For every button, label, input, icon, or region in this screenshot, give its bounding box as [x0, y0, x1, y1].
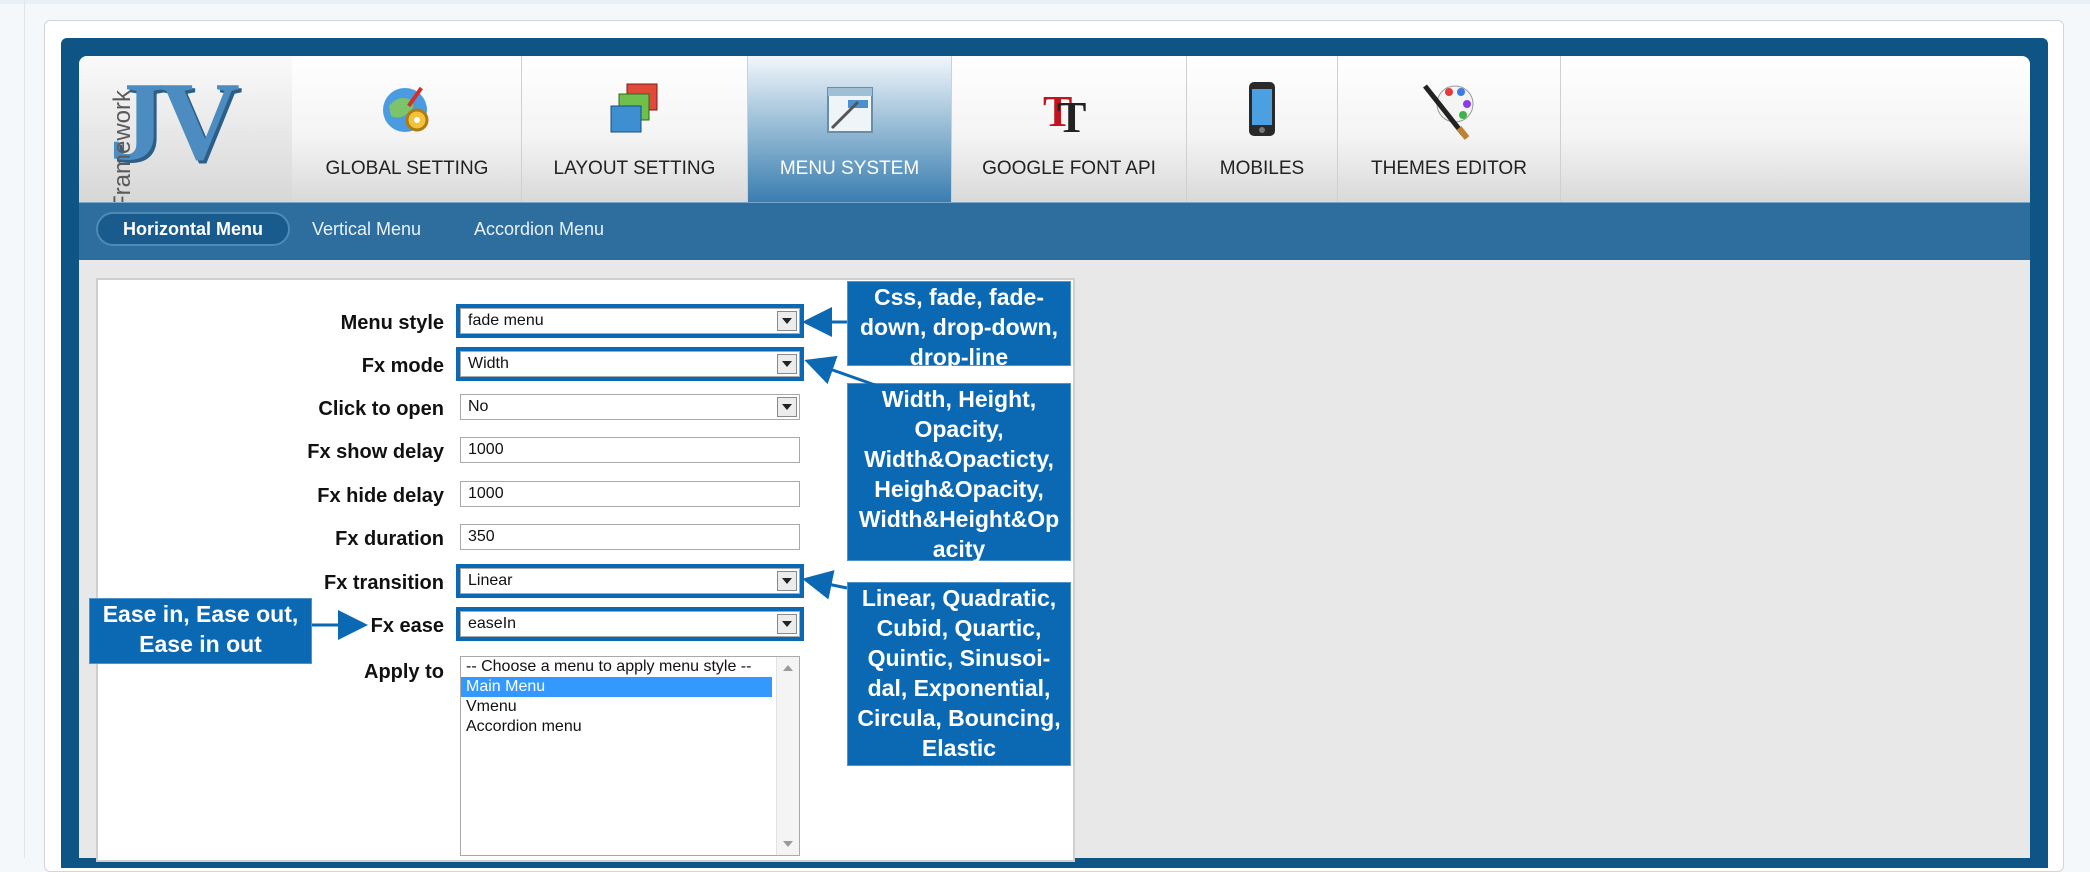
fx-ease-annotation: Ease in, Ease out, Ease in out — [89, 598, 312, 664]
apply-to-label: Apply to — [364, 661, 444, 683]
fx-hide-delay-input[interactable]: 1000 — [460, 481, 800, 507]
layout-windows-icon — [610, 83, 657, 133]
annotation-line: Cubid, Quartic, — [876, 615, 1042, 641]
tab-mobiles[interactable]: MOBILES — [1187, 56, 1338, 202]
annotation-line: drop-line — [909, 344, 1009, 370]
click-to-open-value: No — [468, 398, 489, 415]
annotation-line: dal, Exponential, — [867, 675, 1051, 701]
annotation-line: Width&Height&Op — [858, 506, 1060, 532]
apply-to-listbox[interactable]: -- Choose a menu to apply menu style -- … — [460, 656, 800, 856]
tab-themes-editor[interactable]: THEMES EDITOR — [1338, 56, 1561, 202]
annotation-line: Heigh&Opacity, — [874, 476, 1044, 502]
scroll-down-icon[interactable] — [783, 841, 793, 847]
menu-style-label: Menu style — [340, 312, 444, 334]
list-option-selected[interactable]: Main Menu — [461, 677, 772, 697]
subnav-horizontal-menu[interactable]: Horizontal Menu — [96, 212, 290, 246]
tab-label: GLOBAL SETTING — [325, 158, 489, 179]
listbox-scrollbar[interactable] — [776, 657, 799, 855]
globe-gear-icon — [383, 86, 429, 132]
annotation-line: Linear, Quadratic, — [861, 585, 1057, 611]
list-option[interactable]: Vmenu — [461, 697, 772, 717]
fx-duration-label: Fx duration — [335, 528, 444, 550]
annotation-line: Width, Height, — [881, 386, 1037, 412]
menu-style-highlight — [456, 304, 804, 338]
menu-window-icon — [826, 87, 873, 133]
tab-label: GOOGLE FONT API — [982, 158, 1156, 179]
annotation-line: Css, fade, fade- — [874, 284, 1044, 310]
page-top-strip — [0, 0, 2090, 4]
fx-mode-label: Fx mode — [361, 355, 444, 377]
click-to-open-select[interactable]: No — [460, 394, 800, 420]
fx-duration-input[interactable]: 350 — [460, 524, 800, 550]
subnav-vertical-menu[interactable]: Vertical Menu — [287, 212, 446, 246]
font-tt-icon: T T — [1043, 87, 1086, 140]
annotation-line: Width&Opacticty, — [864, 446, 1054, 472]
fx-mode-highlight — [456, 347, 804, 381]
subnav-accordion-menu[interactable]: Accordion Menu — [449, 212, 629, 246]
tab-label: MOBILES — [1219, 158, 1305, 179]
fx-transition-highlight — [456, 564, 804, 598]
annotation-line: Elastic — [921, 735, 997, 761]
annotation-line: down, drop-down, — [859, 314, 1058, 340]
mobile-phone-icon — [1249, 82, 1275, 136]
fx-mode-annotation: Width, Height, Opacity, Width&Opacticty,… — [847, 383, 1071, 562]
click-to-open-label: Click to open — [318, 398, 444, 420]
tab-label: MENU SYSTEM — [779, 158, 920, 179]
svg-text:T: T — [1057, 93, 1086, 140]
annotation-line: Ease in out — [139, 631, 262, 657]
tab-google-font-api[interactable]: T T GOOGLE FONT API — [952, 56, 1187, 202]
annotation-line: Circula, Bouncing, — [857, 705, 1061, 731]
fx-show-delay-label: Fx show delay — [307, 441, 444, 463]
list-option[interactable]: Accordion menu — [461, 717, 772, 737]
annotation-line: Ease in, Ease out, — [102, 601, 299, 627]
scroll-up-icon[interactable] — [783, 665, 793, 671]
chevron-down-icon[interactable] — [777, 397, 797, 417]
fx-show-delay-input[interactable]: 1000 — [460, 437, 800, 463]
tab-label: LAYOUT SETTING — [553, 158, 716, 179]
list-option[interactable]: -- Choose a menu to apply menu style -- — [461, 657, 772, 677]
page-left-edge — [24, 0, 25, 858]
tab-global-setting[interactable]: GLOBAL SETTING — [293, 56, 522, 202]
tab-label: THEMES EDITOR — [1371, 158, 1527, 179]
fx-hide-delay-label: Fx hide delay — [317, 485, 444, 507]
menu-style-annotation: Css, fade, fade- down, drop-down, drop-l… — [847, 281, 1071, 370]
annotation-line: acity — [932, 536, 986, 562]
fx-transition-annotation: Linear, Quadratic, Cubid, Quartic, Quint… — [847, 582, 1071, 766]
annotation-line: Quintic, Sinusoi- — [867, 645, 1051, 671]
logo-framework-text: Framework — [109, 89, 136, 210]
paint-brush-palette-icon — [1423, 84, 1474, 140]
fx-transition-label: Fx transition — [323, 572, 444, 594]
tab-menu-system[interactable]: MENU SYSTEM — [748, 56, 952, 202]
jv-framework-logo: JV Framework — [79, 56, 292, 210]
fx-ease-highlight — [456, 607, 804, 641]
tab-layout-setting[interactable]: LAYOUT SETTING — [522, 56, 748, 202]
annotation-line: Opacity, — [914, 416, 1004, 442]
